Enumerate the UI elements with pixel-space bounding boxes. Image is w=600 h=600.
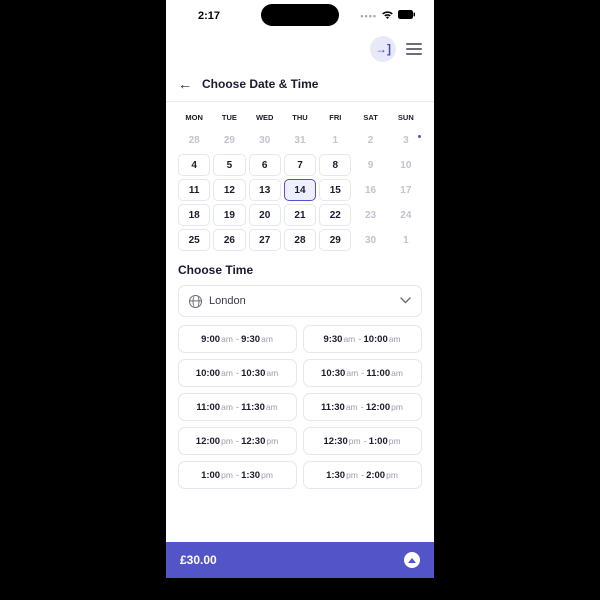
weekday-label: SUN <box>390 110 422 125</box>
phone-frame: 2:17 •••• →] ← Choose Date & Time MONTUE… <box>166 0 434 578</box>
time-slot[interactable]: 10:30am-11:00am <box>303 359 422 387</box>
weekday-label: FRI <box>319 110 351 125</box>
timezone-label: London <box>209 295 246 307</box>
calendar-day[interactable]: 18 <box>178 204 210 226</box>
time-slot[interactable]: 11:30am-12:00pm <box>303 393 422 421</box>
calendar-day: 17 <box>390 179 422 201</box>
calendar-day[interactable]: 27 <box>249 229 281 251</box>
calendar-day: 2 <box>354 129 386 151</box>
calendar-day: 1 <box>319 129 351 151</box>
back-button[interactable]: ← <box>178 76 192 92</box>
menu-icon[interactable] <box>406 43 422 55</box>
calendar-day: 28 <box>178 129 210 151</box>
calendar-day[interactable]: 21 <box>284 204 316 226</box>
weekday-label: WED <box>249 110 281 125</box>
status-bar: 2:17 •••• <box>166 0 434 32</box>
weekday-label: MON <box>178 110 210 125</box>
calendar-day[interactable]: 12 <box>213 179 245 201</box>
calendar-day[interactable]: 26 <box>213 229 245 251</box>
calendar-grid: 2829303112345678910111213141516171819202… <box>178 129 422 251</box>
calendar-day: 3 <box>390 129 422 151</box>
calendar-day: 29 <box>213 129 245 151</box>
calendar-day[interactable]: 19 <box>213 204 245 226</box>
time-slot[interactable]: 10:00am-10:30am <box>178 359 297 387</box>
globe-icon <box>189 295 202 308</box>
calendar-day[interactable]: 25 <box>178 229 210 251</box>
status-time: 2:17 <box>184 10 234 22</box>
weekday-label: SAT <box>354 110 386 125</box>
weekday-label: TUE <box>213 110 245 125</box>
calendar-day: 30 <box>249 129 281 151</box>
calendar-day[interactable]: 8 <box>319 154 351 176</box>
calendar-day[interactable]: 22 <box>319 204 351 226</box>
calendar-day: 1 <box>390 229 422 251</box>
price-bar[interactable]: £30.00 <box>166 542 434 578</box>
expand-up-icon[interactable] <box>404 552 420 568</box>
calendar-day[interactable]: 4 <box>178 154 210 176</box>
calendar-day: 9 <box>354 154 386 176</box>
timezone-select[interactable]: London <box>178 285 422 317</box>
calendar-day[interactable]: 28 <box>284 229 316 251</box>
battery-icon <box>398 10 416 22</box>
calendar-day[interactable]: 5 <box>213 154 245 176</box>
time-slot[interactable]: 9:00am-9:30am <box>178 325 297 353</box>
weekday-label: THU <box>284 110 316 125</box>
time-slot[interactable]: 11:00am-11:30am <box>178 393 297 421</box>
calendar-day[interactable]: 6 <box>249 154 281 176</box>
calendar-day[interactable]: 29 <box>319 229 351 251</box>
calendar-day: 31 <box>284 129 316 151</box>
notch <box>261 4 339 26</box>
calendar-day[interactable]: 20 <box>249 204 281 226</box>
status-icons: •••• <box>360 10 416 23</box>
cellular-icon: •••• <box>360 11 377 21</box>
time-slot-grid: 9:00am-9:30am9:30am-10:00am10:00am-10:30… <box>178 325 422 489</box>
calendar-day: 10 <box>390 154 422 176</box>
calendar-day: 24 <box>390 204 422 226</box>
time-slot[interactable]: 9:30am-10:00am <box>303 325 422 353</box>
top-actions: →] <box>166 32 434 66</box>
today-indicator-dot <box>418 135 421 138</box>
page-header: ← Choose Date & Time <box>166 66 434 102</box>
chevron-down-icon <box>400 295 411 307</box>
calendar-day: 16 <box>354 179 386 201</box>
calendar-day[interactable]: 14 <box>284 179 316 201</box>
page-title: Choose Date & Time <box>202 77 318 91</box>
calendar-day: 23 <box>354 204 386 226</box>
time-slot[interactable]: 12:30pm-1:00pm <box>303 427 422 455</box>
price-label: £30.00 <box>180 553 217 567</box>
calendar-day[interactable]: 7 <box>284 154 316 176</box>
content-area: MONTUEWEDTHUFRISATSUN 282930311234567891… <box>166 102 434 542</box>
calendar-day[interactable]: 11 <box>178 179 210 201</box>
calendar-day: 30 <box>354 229 386 251</box>
time-slot[interactable]: 1:30pm-2:00pm <box>303 461 422 489</box>
login-icon[interactable]: →] <box>370 36 396 62</box>
calendar-day[interactable]: 15 <box>319 179 351 201</box>
time-slot[interactable]: 1:00pm-1:30pm <box>178 461 297 489</box>
calendar-weekday-row: MONTUE WEDTHUFRISAT SUN <box>178 110 422 125</box>
time-slot[interactable]: 12:00pm-12:30pm <box>178 427 297 455</box>
choose-time-title: Choose Time <box>178 263 422 277</box>
wifi-icon <box>381 10 394 23</box>
calendar-day[interactable]: 13 <box>249 179 281 201</box>
